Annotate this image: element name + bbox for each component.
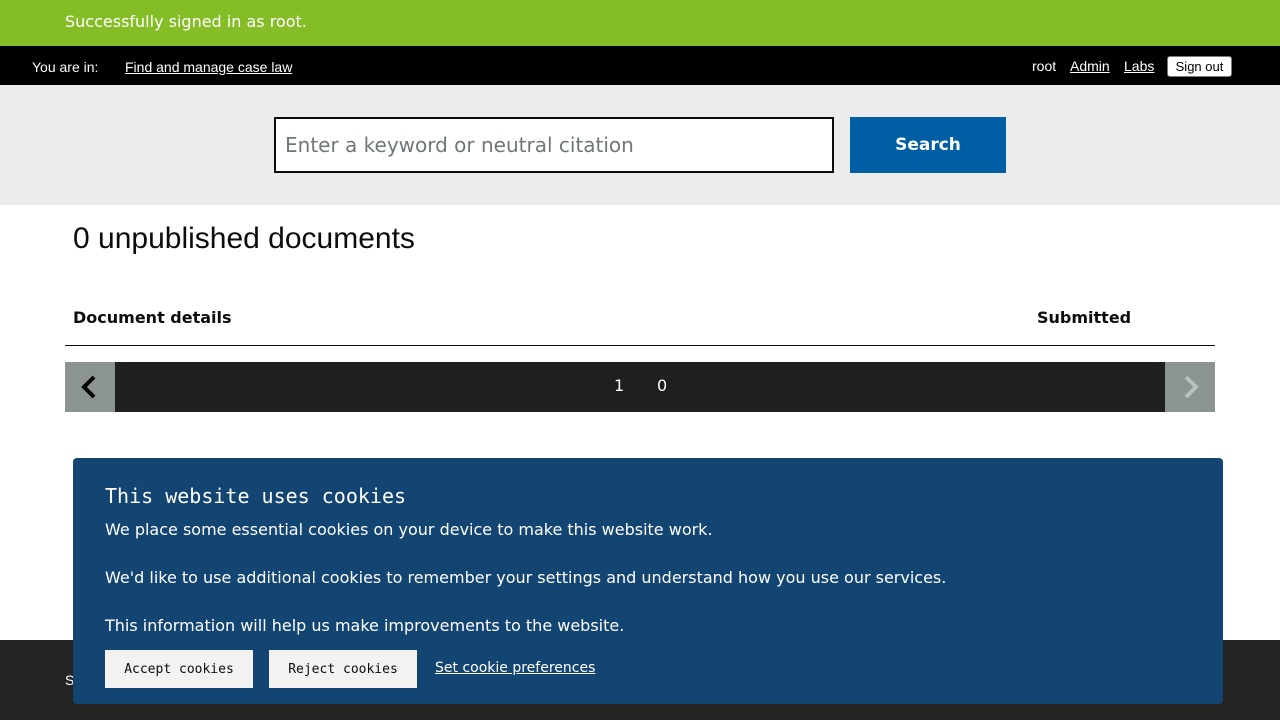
sign-out-button[interactable]: Sign out	[1167, 56, 1232, 77]
chevron-right-icon	[1184, 375, 1199, 399]
table-header-divider	[65, 345, 1215, 346]
cookie-banner-paragraph: This information will help us make impro…	[105, 616, 625, 635]
breadcrumb-find-and-manage-link[interactable]: Find and manage case law	[125, 59, 292, 75]
cookie-banner: This website uses cookies We place some …	[73, 458, 1223, 704]
success-banner: Successfully signed in as root.	[0, 0, 1280, 46]
search-input[interactable]	[274, 117, 834, 173]
signed-in-username: root	[1032, 58, 1057, 74]
cookie-preferences-link[interactable]: Set cookie preferences	[435, 660, 595, 676]
column-header-submitted: Submitted	[1037, 308, 1132, 327]
cookie-banner-paragraph: We place some essential cookies on your …	[105, 520, 713, 539]
previous-page-button[interactable]	[65, 362, 115, 412]
chevron-left-icon	[81, 375, 96, 399]
reject-cookies-button[interactable]: Reject cookies	[269, 650, 417, 688]
pagination-bar: 1 0	[65, 362, 1215, 412]
column-header-document-details: Document details	[73, 308, 232, 327]
you-are-in-label: You are in:	[32, 59, 99, 75]
labs-link[interactable]: Labs	[1124, 58, 1154, 74]
accept-cookies-button[interactable]: Accept cookies	[105, 650, 253, 688]
pagination-page-number[interactable]: 0	[657, 376, 667, 395]
search-section: Search	[0, 85, 1280, 205]
cookie-banner-title: This website uses cookies	[105, 484, 407, 508]
next-page-button[interactable]	[1165, 362, 1215, 412]
page-title: 0 unpublished documents	[73, 222, 415, 255]
top-navigation-bar: You are in: Find and manage case law roo…	[0, 46, 1280, 85]
admin-link[interactable]: Admin	[1070, 58, 1110, 74]
cookie-banner-paragraph: We'd like to use additional cookies to r…	[105, 568, 947, 587]
success-message: Successfully signed in as root.	[65, 12, 307, 31]
search-button[interactable]: Search	[850, 117, 1006, 173]
pagination-page-number[interactable]: 1	[614, 376, 624, 395]
